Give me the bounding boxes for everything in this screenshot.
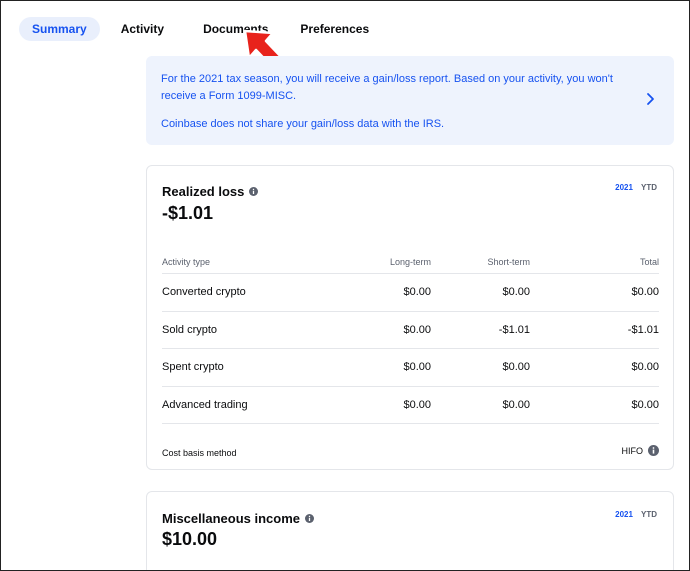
table-row: Advanced trading $0.00 $0.00 $0.00 — [162, 387, 659, 424]
info-icon[interactable] — [249, 187, 259, 196]
cost-basis-value[interactable]: HIFO — [621, 445, 659, 456]
short-term-cell: -$1.01 — [498, 323, 530, 336]
activity-type-cell: Converted crypto — [162, 286, 246, 299]
cost-basis-row: Cost basis method HIFO — [162, 434, 659, 471]
realized-loss-card: Realized loss -$1.01 2021 YTD Activity t… — [146, 165, 674, 470]
column-header-activity-type: Activity type — [162, 257, 211, 267]
activity-table: Activity type Long-term Short-term Total… — [162, 251, 659, 424]
long-term-cell: $0.00 — [403, 286, 431, 299]
activity-type-cell: Spent crypto — [162, 361, 224, 374]
tax-info-banner[interactable]: For the 2021 tax season, you will receiv… — [146, 56, 674, 145]
activity-type-cell: Advanced trading — [162, 398, 248, 411]
cost-basis-method-text: HIFO — [621, 445, 644, 456]
banner-text-secondary: Coinbase does not share your gain/loss d… — [161, 118, 445, 130]
tab-preferences[interactable]: Preferences — [287, 17, 382, 41]
realized-loss-title: Realized loss — [162, 184, 259, 199]
table-row: Spent crypto $0.00 $0.00 $0.00 — [162, 349, 659, 387]
ytd-option[interactable]: YTD — [641, 510, 657, 519]
total-cell: $0.00 — [631, 286, 659, 299]
column-header-short-term: Short-term — [487, 257, 530, 267]
long-term-cell: $0.00 — [403, 398, 431, 411]
column-header-total: Total — [639, 257, 659, 267]
misc-income-amount: $10.00 — [162, 529, 218, 549]
activity-type-cell: Sold crypto — [162, 323, 218, 336]
tab-summary[interactable]: Summary — [19, 17, 100, 41]
realized-loss-title-text: Realized loss — [162, 184, 245, 199]
period-selector[interactable]: 2021 YTD — [615, 510, 657, 519]
misc-income-title-text: Miscellaneous income — [162, 511, 300, 526]
short-term-cell: $0.00 — [502, 398, 530, 411]
table-row: Sold crypto $0.00 -$1.01 -$1.01 — [162, 312, 659, 349]
long-term-cell: $0.00 — [403, 323, 431, 336]
tab-activity[interactable]: Activity — [108, 17, 177, 41]
misc-income-card: Miscellaneous income $10.00 2021 YTD — [146, 491, 674, 570]
column-header-long-term: Long-term — [389, 257, 431, 267]
year-option[interactable]: 2021 — [615, 510, 633, 519]
banner-text-primary: For the 2021 tax season, you will receiv… — [161, 73, 613, 102]
table-row: Converted crypto $0.00 $0.00 $0.00 — [162, 274, 659, 312]
realized-loss-amount: -$1.01 — [162, 203, 214, 223]
period-selector[interactable]: 2021 YTD — [615, 183, 657, 192]
cost-basis-label: Cost basis method — [162, 448, 237, 458]
long-term-cell: $0.00 — [403, 361, 431, 374]
info-icon[interactable] — [648, 445, 659, 456]
table-header: Activity type Long-term Short-term Total — [162, 251, 659, 274]
app-frame: Summary Activity Documents Preferences F… — [0, 0, 690, 571]
short-term-cell: $0.00 — [502, 286, 530, 299]
ytd-option[interactable]: YTD — [641, 183, 657, 192]
total-cell: $0.00 — [631, 398, 659, 411]
short-term-cell: $0.00 — [502, 361, 530, 374]
info-icon[interactable] — [305, 514, 314, 523]
total-cell: -$1.01 — [627, 323, 659, 336]
misc-income-title: Miscellaneous income — [162, 511, 314, 526]
year-option[interactable]: 2021 — [615, 183, 633, 192]
chevron-right-icon[interactable] — [645, 92, 657, 106]
total-cell: $0.00 — [631, 361, 659, 374]
tab-bar: Summary Activity Documents Preferences — [19, 17, 390, 41]
